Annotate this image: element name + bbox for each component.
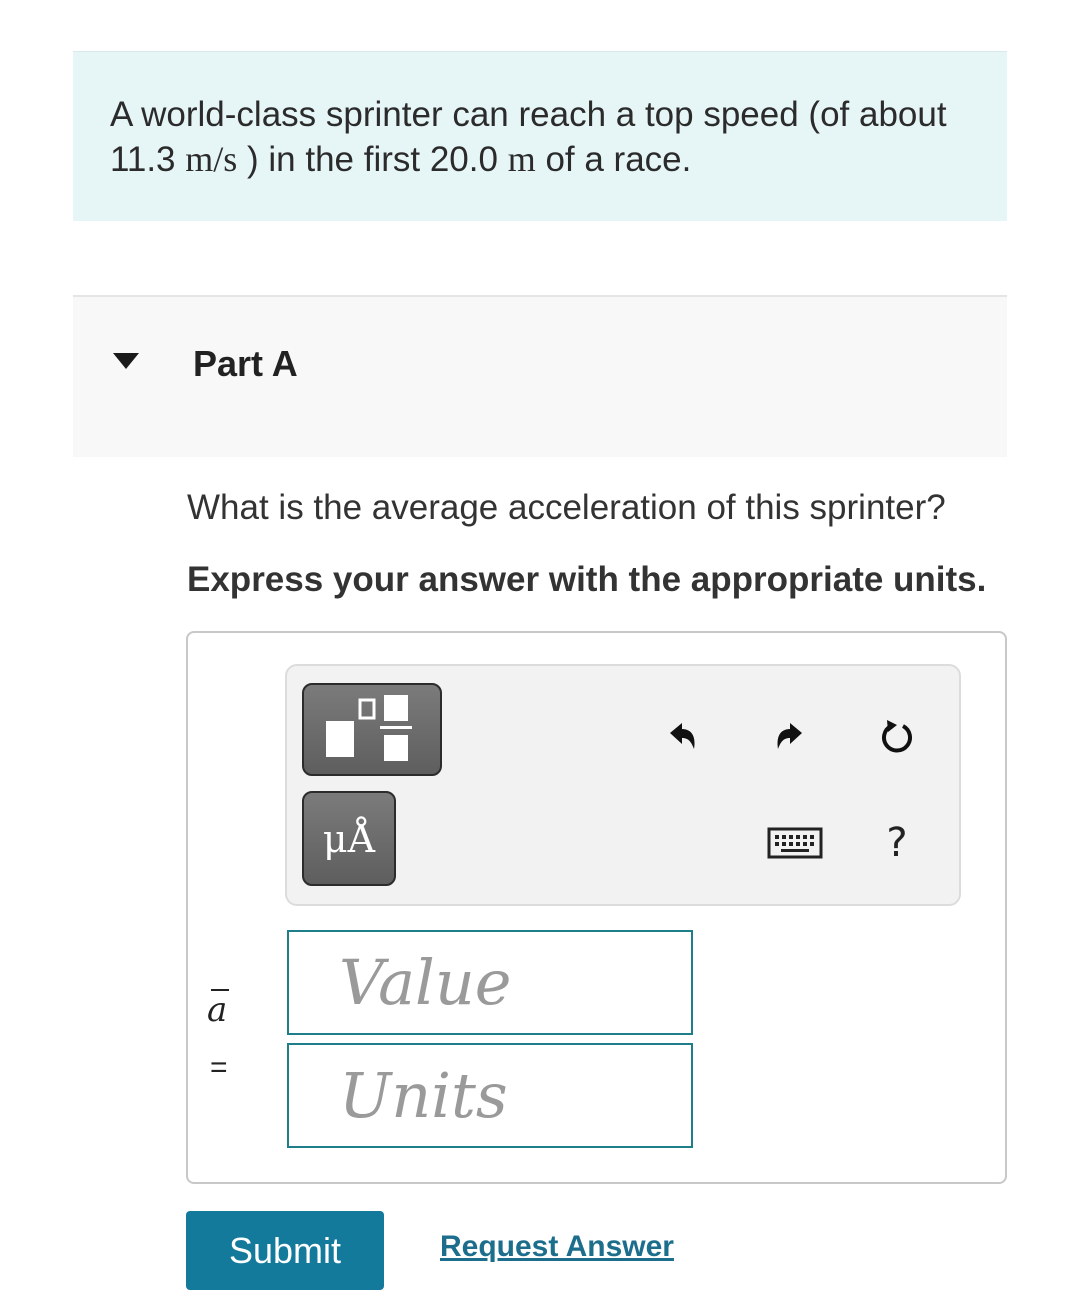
- speed-unit: m/s: [185, 139, 238, 179]
- redo-icon: [777, 723, 802, 749]
- keyboard-button[interactable]: [765, 818, 825, 868]
- units-button[interactable]: μÅ: [302, 791, 396, 886]
- templates-button[interactable]: [302, 683, 442, 776]
- submit-button[interactable]: Submit: [186, 1211, 384, 1290]
- part-header[interactable]: Part A: [73, 295, 1007, 457]
- request-answer-link[interactable]: Request Answer: [440, 1230, 674, 1264]
- value-input[interactable]: Value: [287, 930, 693, 1035]
- question-prompt: What is the average acceleration of this…: [187, 488, 946, 527]
- variable-label: a: [207, 989, 229, 1030]
- value-placeholder: Value: [339, 946, 512, 1019]
- units-icon: μÅ: [322, 816, 376, 861]
- collapse-triangle-icon[interactable]: [113, 353, 139, 369]
- math-toolbar: μÅ ?: [285, 664, 961, 906]
- reset-icon: [882, 720, 912, 753]
- keyboard-icon: [767, 827, 823, 859]
- answer-box: μÅ ? a = Value Units: [186, 631, 1007, 1184]
- reset-button[interactable]: [872, 712, 922, 762]
- answer-instruction: Express your answer with the appropriate…: [187, 560, 987, 599]
- problem-statement: A world-class sprinter can reach a top s…: [73, 51, 1007, 221]
- units-placeholder: Units: [339, 1059, 508, 1132]
- help-icon: ?: [886, 820, 908, 866]
- redo-button[interactable]: [765, 712, 815, 762]
- help-button[interactable]: ?: [872, 818, 922, 868]
- units-input[interactable]: Units: [287, 1043, 693, 1148]
- overbar: [211, 989, 229, 991]
- problem-text: A world-class sprinter can reach a top s…: [110, 95, 947, 179]
- undo-icon: [670, 723, 695, 749]
- templates-icon: [326, 695, 412, 761]
- distance-unit: m: [507, 139, 536, 179]
- part-title: Part A: [193, 343, 298, 384]
- undo-button[interactable]: [657, 712, 707, 762]
- equals-sign: =: [210, 1051, 228, 1084]
